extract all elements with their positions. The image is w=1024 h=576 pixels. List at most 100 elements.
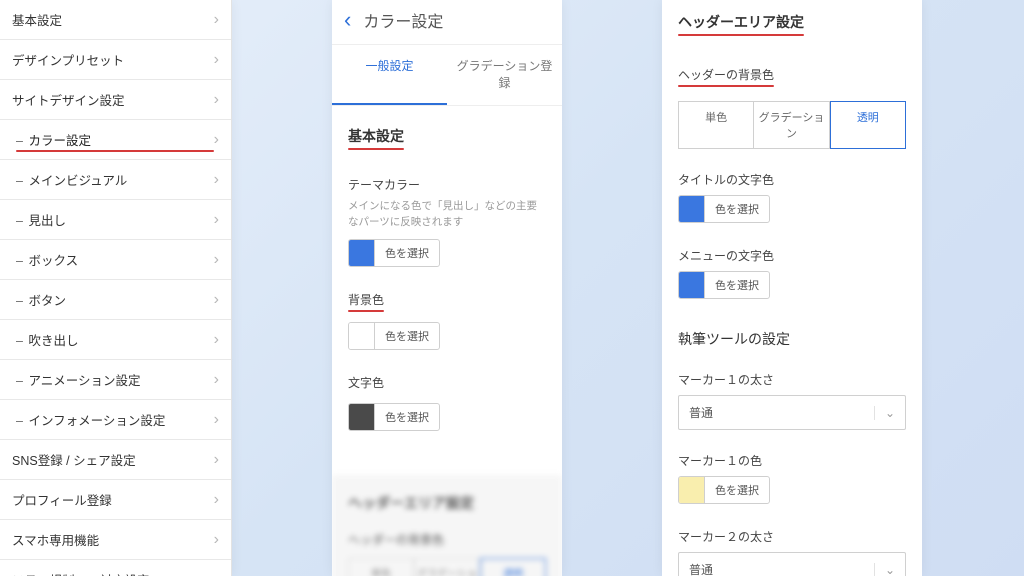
field-label: テーマカラー: [348, 176, 420, 193]
select-value: 普通: [689, 404, 713, 421]
theme-color-field: テーマカラー メインになる色で「見出し」などの主要なパーツに反映されます 色を選…: [348, 176, 546, 269]
background-color-picker[interactable]: 色を選択: [348, 322, 440, 350]
section-heading: ヘッダーエリア設定: [678, 12, 804, 32]
color-swatch-icon: [349, 323, 375, 349]
seg-option: 透明: [480, 558, 546, 576]
marker1-color-picker[interactable]: 色を選択: [678, 476, 770, 504]
chevron-right-icon: ›: [214, 252, 219, 268]
sidebar-item-label: ボックス: [16, 250, 214, 269]
sidebar: 基本設定 › デザインプリセット › サイトデザイン設定 › カラー設定 › メ…: [0, 0, 232, 576]
select-value: 普通: [689, 561, 713, 576]
chevron-right-icon: ›: [214, 572, 219, 576]
header-bg-segmented: 単色 グラデーション 透明: [678, 101, 906, 149]
panel-title: カラー設定: [363, 8, 443, 32]
section-heading: 執筆ツールの設定: [678, 329, 906, 349]
blurred-segmented: 単色 グラデーション 透明: [348, 558, 546, 576]
sidebar-item-label: スマホ専用機能: [12, 530, 214, 549]
tab-bar: 一般設定 グラデーション登録: [332, 45, 562, 106]
theme-color-picker[interactable]: 色を選択: [348, 239, 440, 267]
chevron-right-icon: ›: [214, 492, 219, 508]
color-swatch-icon: [349, 404, 375, 430]
picker-label: 色を選択: [375, 328, 439, 344]
marker1-width-select[interactable]: 普通 ⌄: [678, 395, 906, 430]
chevron-right-icon: ›: [214, 292, 219, 308]
blurred-sub: ヘッダーの背景色: [348, 531, 546, 548]
sidebar-item-speech-bubble[interactable]: 吹き出し ›: [0, 320, 231, 360]
chevron-right-icon: ›: [214, 332, 219, 348]
color-swatch-icon: [679, 272, 705, 298]
picker-label: 色を選択: [705, 277, 769, 293]
sidebar-item-label: SNS登録 / シェア設定: [12, 450, 214, 469]
sidebar-item-animation[interactable]: アニメーション設定 ›: [0, 360, 231, 400]
seg-option: グラデーション: [414, 558, 480, 576]
chevron-right-icon: ›: [214, 212, 219, 228]
sidebar-item-heading[interactable]: 見出し ›: [0, 200, 231, 240]
field-label: ヘッダーの背景色: [678, 66, 774, 83]
picker-label: 色を選択: [375, 245, 439, 261]
back-icon[interactable]: ‹: [340, 9, 355, 31]
sidebar-item-smartphone[interactable]: スマホ専用機能 ›: [0, 520, 231, 560]
chevron-right-icon: ›: [214, 412, 219, 428]
color-swatch-icon: [679, 477, 705, 503]
sidebar-item-label: ボタン: [16, 290, 214, 309]
chevron-right-icon: ›: [214, 92, 219, 108]
field-label: マーカー１の太さ: [678, 371, 906, 388]
sidebar-item-profile[interactable]: プロフィール登録 ›: [0, 480, 231, 520]
blurred-title: ヘッダーエリア設定: [348, 493, 546, 513]
sidebar-item-stealth-marketing[interactable]: ステマ規制への対応設定 ›: [0, 560, 231, 576]
sidebar-item-sns-share[interactable]: SNS登録 / シェア設定 ›: [0, 440, 231, 480]
field-label: 文字色: [348, 374, 384, 391]
sidebar-item-box[interactable]: ボックス ›: [0, 240, 231, 280]
header-area-panel: ヘッダーエリア設定 ヘッダーの背景色 単色 グラデーション 透明 タイトルの文字…: [662, 0, 922, 576]
title-color-picker[interactable]: 色を選択: [678, 195, 770, 223]
sidebar-item-basic-settings[interactable]: 基本設定 ›: [0, 0, 231, 40]
sidebar-item-label: サイトデザイン設定: [12, 90, 214, 109]
sidebar-item-label: アニメーション設定: [16, 370, 214, 389]
sidebar-item-label: メインビジュアル: [16, 170, 214, 189]
chevron-right-icon: ›: [214, 372, 219, 388]
basic-settings-section: 基本設定 テーマカラー メインになる色で「見出し」などの主要なパーツに反映されま…: [332, 106, 562, 443]
sidebar-item-label: インフォメーション設定: [16, 410, 214, 429]
seg-option-solid[interactable]: 単色: [678, 101, 754, 149]
field-label: メニューの文字色: [678, 247, 906, 264]
color-settings-panel: ‹ カラー設定 一般設定 グラデーション登録 基本設定 テーマカラー メインにな…: [332, 0, 562, 576]
chevron-right-icon: ›: [214, 52, 219, 68]
sidebar-item-information[interactable]: インフォメーション設定 ›: [0, 400, 231, 440]
sidebar-item-label: 吹き出し: [16, 330, 214, 349]
field-label: 背景色: [348, 291, 384, 308]
blurred-next-section: ヘッダーエリア設定 ヘッダーの背景色 単色 グラデーション 透明: [332, 475, 562, 576]
seg-option-gradient[interactable]: グラデーション: [754, 101, 829, 149]
sidebar-item-color-settings[interactable]: カラー設定 ›: [0, 120, 231, 160]
marker2-width-select[interactable]: 普通 ⌄: [678, 552, 906, 576]
sidebar-item-label: 見出し: [16, 210, 214, 229]
color-swatch-icon: [349, 240, 375, 266]
sidebar-item-main-visual[interactable]: メインビジュアル ›: [0, 160, 231, 200]
chevron-right-icon: ›: [214, 452, 219, 468]
sidebar-item-label: ステマ規制への対応設定: [12, 570, 214, 576]
sidebar-item-label: カラー設定: [16, 130, 214, 149]
field-label: マーカー１の色: [678, 452, 906, 469]
field-label: タイトルの文字色: [678, 171, 906, 188]
sidebar-item-label: プロフィール登録: [12, 490, 214, 509]
chevron-right-icon: ›: [214, 532, 219, 548]
color-swatch-icon: [679, 196, 705, 222]
chevron-right-icon: ›: [214, 132, 219, 148]
sidebar-item-label: 基本設定: [12, 10, 214, 29]
sidebar-item-design-preset[interactable]: デザインプリセット ›: [0, 40, 231, 80]
tab-general[interactable]: 一般設定: [332, 45, 447, 105]
seg-option: 単色: [348, 558, 414, 576]
text-color-field: 文字色 色を選択: [348, 374, 546, 433]
field-description: メインになる色で「見出し」などの主要なパーツに反映されます: [348, 199, 546, 231]
tab-gradient[interactable]: グラデーション登録: [447, 45, 562, 105]
chevron-right-icon: ›: [214, 12, 219, 28]
text-color-picker[interactable]: 色を選択: [348, 403, 440, 431]
chevron-down-icon: ⌄: [874, 563, 895, 576]
sidebar-item-button[interactable]: ボタン ›: [0, 280, 231, 320]
panel-header: ‹ カラー設定: [332, 0, 562, 45]
chevron-right-icon: ›: [214, 172, 219, 188]
seg-option-transparent[interactable]: 透明: [830, 101, 906, 149]
menu-color-picker[interactable]: 色を選択: [678, 271, 770, 299]
sidebar-item-label: デザインプリセット: [12, 50, 214, 69]
picker-label: 色を選択: [375, 409, 439, 425]
sidebar-item-site-design[interactable]: サイトデザイン設定 ›: [0, 80, 231, 120]
